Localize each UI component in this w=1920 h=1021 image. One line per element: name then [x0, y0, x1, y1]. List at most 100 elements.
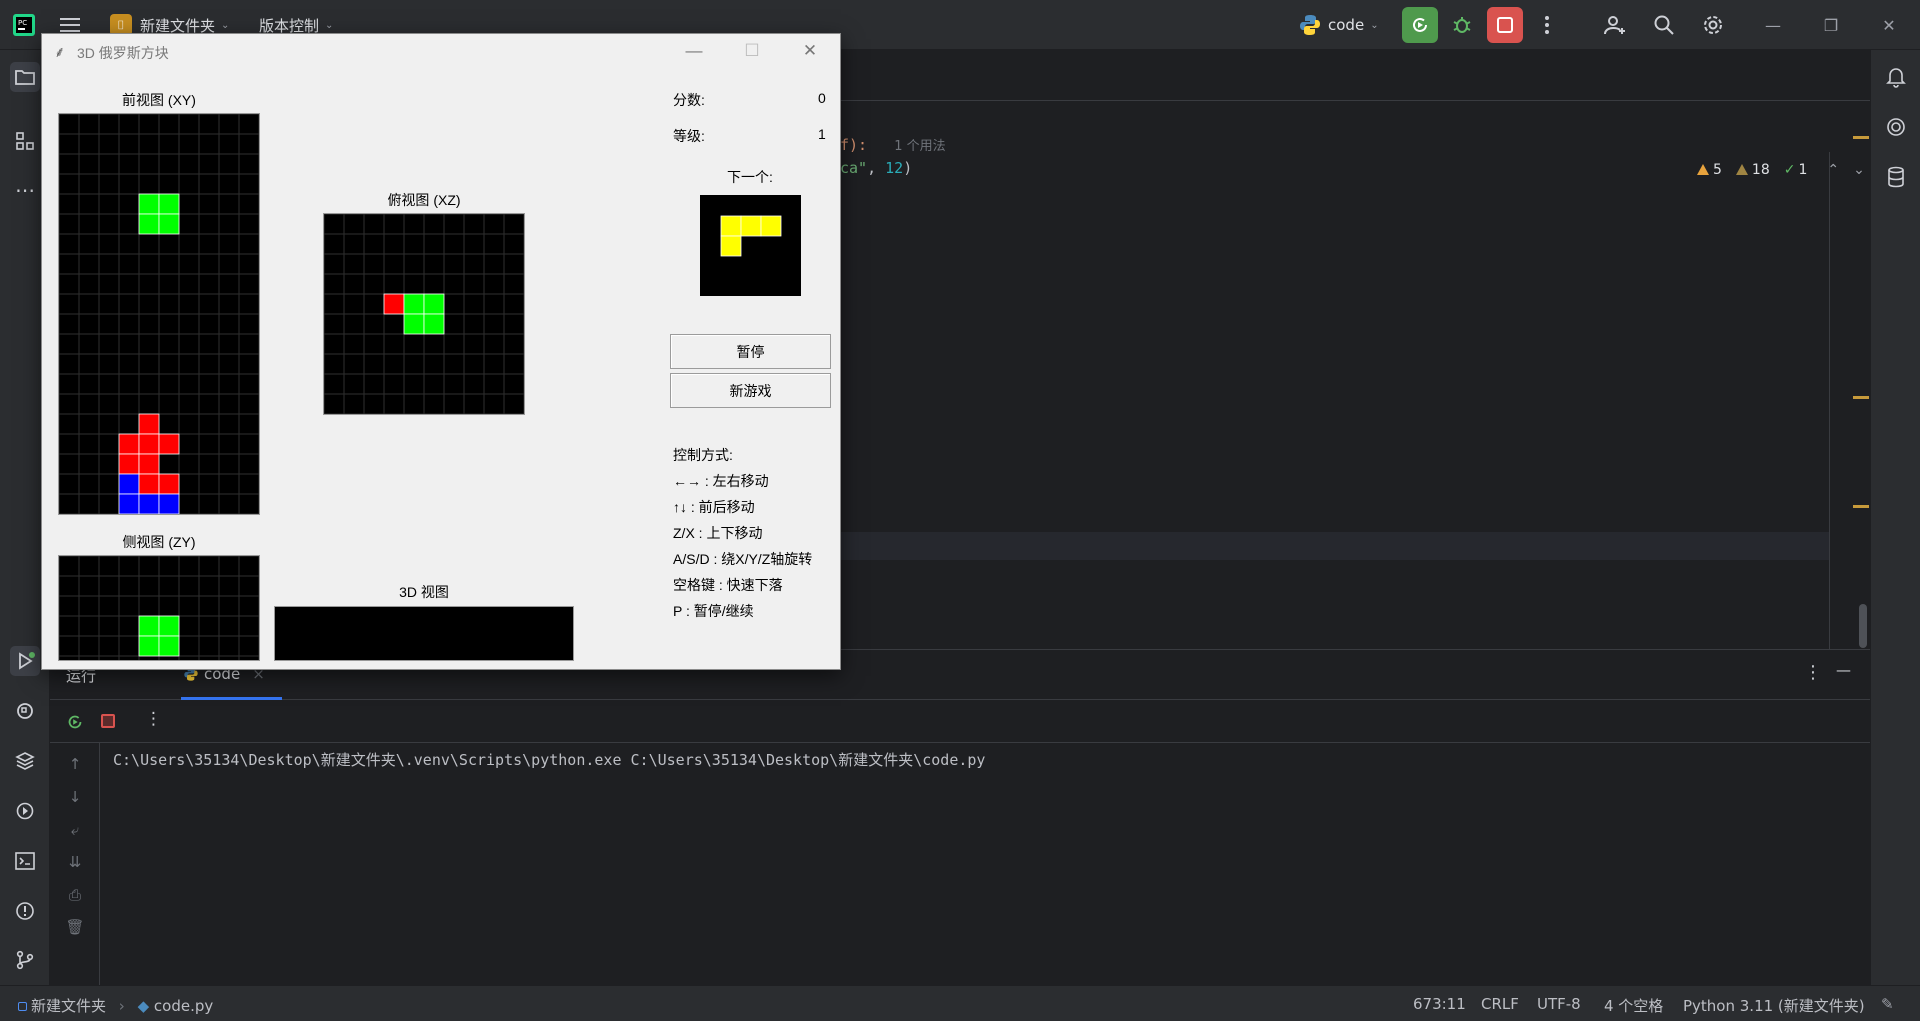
scroll-to-end-icon[interactable]: ⇊ — [62, 851, 88, 873]
console-output[interactable]: C:\Users\35134\Desktop\新建文件夹\.venv\Scrip… — [113, 749, 985, 770]
next-problem-icon[interactable]: ⌄ — [1853, 162, 1865, 178]
control-hint: A/S/D : 绕X/Y/Z轴旋转 — [673, 551, 813, 567]
lock-edit-icon[interactable]: ✎ — [1881, 995, 1894, 1013]
restore-icon[interactable]: ❐ — [1808, 0, 1854, 50]
settings-gear-icon[interactable] — [1698, 10, 1728, 40]
warning-stripe-marker[interactable] — [1853, 396, 1869, 399]
problems-icon[interactable] — [10, 896, 40, 926]
print-icon[interactable]: ⎙ — [62, 884, 88, 906]
warning-stripe-marker[interactable] — [1853, 505, 1869, 508]
breadcrumb: 新建文件夹 › ◆ code.py — [18, 995, 213, 1016]
debug-button[interactable] — [1447, 10, 1477, 40]
python-icon — [1300, 15, 1320, 35]
warning-stripe-marker[interactable] — [1853, 136, 1869, 139]
stop-icon[interactable] — [101, 714, 115, 728]
block-cell — [423, 293, 445, 315]
git-branch-icon[interactable] — [10, 945, 40, 975]
notifications-bell-icon[interactable] — [1881, 62, 1911, 92]
block-cell — [760, 215, 782, 237]
maximize-icon: ☐ — [744, 41, 760, 60]
close-icon[interactable]: ✕ — [787, 34, 833, 68]
next-piece-preview — [700, 195, 801, 296]
line-separator[interactable]: CRLF — [1481, 995, 1519, 1013]
bug-icon — [1453, 17, 1471, 33]
block-cell — [138, 213, 160, 235]
rerun-icon[interactable] — [65, 712, 85, 736]
hide-panel-icon[interactable]: — — [1836, 661, 1851, 679]
packages-layers-icon[interactable] — [10, 746, 40, 776]
more-tools-icon[interactable]: ⋯ — [10, 175, 40, 205]
block-cell — [118, 453, 140, 475]
scroll-down-icon[interactable]: ↓ — [62, 786, 88, 808]
soft-wrap-icon[interactable]: ⤶ — [62, 819, 88, 841]
view3d-label: 3D 视图 — [399, 584, 449, 600]
terminal-icon[interactable] — [10, 846, 40, 876]
level-value: 1 — [818, 126, 826, 142]
close-icon[interactable]: ✕ — [1866, 0, 1912, 50]
run-toolbar: ⋮ — [50, 700, 1870, 743]
file-encoding[interactable]: UTF-8 — [1537, 995, 1581, 1013]
block-cell — [720, 215, 742, 237]
panel-options-icon[interactable]: ⋮ — [1804, 662, 1822, 683]
structure-icon[interactable] — [10, 126, 40, 156]
board-grid — [720, 215, 782, 257]
rerun-icon — [1413, 17, 1427, 32]
python-console-icon[interactable] — [10, 696, 40, 726]
game-title-bar[interactable]: ⸙ 3D 俄罗斯方块 — ☐ ✕ — [42, 34, 840, 68]
block-cell — [720, 235, 742, 257]
block-cell — [158, 473, 180, 495]
view3d-canvas — [274, 606, 574, 661]
next-piece-label: 下一个: — [727, 169, 773, 185]
crumb-file[interactable]: code.py — [154, 997, 213, 1015]
ai-assistant-icon[interactable] — [1881, 112, 1911, 142]
search-icon[interactable] — [1649, 10, 1679, 40]
block-cell — [158, 493, 180, 514]
block-cell — [158, 615, 180, 637]
caret-position[interactable]: 673:11 — [1413, 995, 1466, 1013]
problems-summary[interactable]: 5 18 ✓ 1 ⌃ ⌄ — [1697, 160, 1865, 180]
tetris-game-window: ⸙ 3D 俄罗斯方块 — ☐ ✕ 前视图 (XY) 俯视图 (XZ) 侧视图 (… — [41, 33, 841, 670]
add-user-icon[interactable] — [1600, 10, 1630, 40]
database-icon[interactable] — [1881, 162, 1911, 192]
services-icon[interactable] — [10, 796, 40, 826]
right-margin-guide — [1829, 152, 1830, 695]
stop-button[interactable] — [1487, 7, 1523, 43]
level-label: 等级: — [673, 128, 705, 144]
editor-scrollbar[interactable] — [1859, 604, 1867, 648]
feather-icon: ⸙ — [54, 44, 66, 61]
block-cell — [158, 193, 180, 215]
trash-icon[interactable]: 🗑 — [62, 916, 88, 938]
python-file-icon: ◆ — [137, 997, 150, 1015]
minimize-icon[interactable]: — — [1750, 0, 1796, 50]
module-icon — [18, 1002, 27, 1011]
block-cell — [383, 293, 405, 315]
pause-button[interactable]: 暂停 — [670, 334, 831, 369]
control-hint: 空格键 : 快速下落 — [673, 577, 783, 593]
project-folder-icon[interactable] — [10, 62, 40, 92]
control-hint: Z/X : 上下移动 — [673, 525, 763, 541]
block-cell — [158, 635, 180, 657]
crumb-project[interactable]: 新建文件夹 — [31, 997, 106, 1015]
block-cell — [138, 615, 160, 637]
block-cell — [158, 213, 180, 235]
new-game-button[interactable]: 新游戏 — [670, 373, 831, 408]
checkmark-icon: ✓ — [1783, 162, 1796, 178]
run-tool-window: 运行 code × ⋮ — ⋮ ↑ ↓ ⤶ ⇊ ⎙ 🗑 C:\Users\351… — [50, 649, 1870, 986]
score-value: 0 — [818, 90, 826, 106]
run-tool-icon[interactable] — [10, 646, 40, 676]
more-options-icon[interactable]: ⋮ — [145, 709, 162, 729]
indent-setting[interactable]: 4 个空格 — [1604, 995, 1663, 1016]
console-side-toolbar: ↑ ↓ ⤶ ⇊ ⎙ 🗑 — [50, 743, 100, 986]
score-label: 分数: — [673, 92, 705, 108]
rerun-button[interactable] — [1402, 7, 1438, 43]
scroll-up-icon[interactable]: ↑ — [62, 753, 88, 775]
app-logo-icon[interactable]: PC — [12, 0, 36, 50]
weak-warning-count: 18 — [1735, 162, 1770, 178]
minimize-icon[interactable]: — — [671, 34, 717, 68]
run-config-selector[interactable]: code ⌄ — [1298, 0, 1379, 50]
block-cell — [403, 313, 425, 335]
python-interpreter[interactable]: Python 3.11 (新建文件夹) — [1683, 995, 1865, 1016]
more-actions-icon[interactable] — [1532, 10, 1562, 40]
weak-warning-icon — [1735, 164, 1748, 175]
usage-hint[interactable]: 1 个用法 — [894, 139, 945, 154]
